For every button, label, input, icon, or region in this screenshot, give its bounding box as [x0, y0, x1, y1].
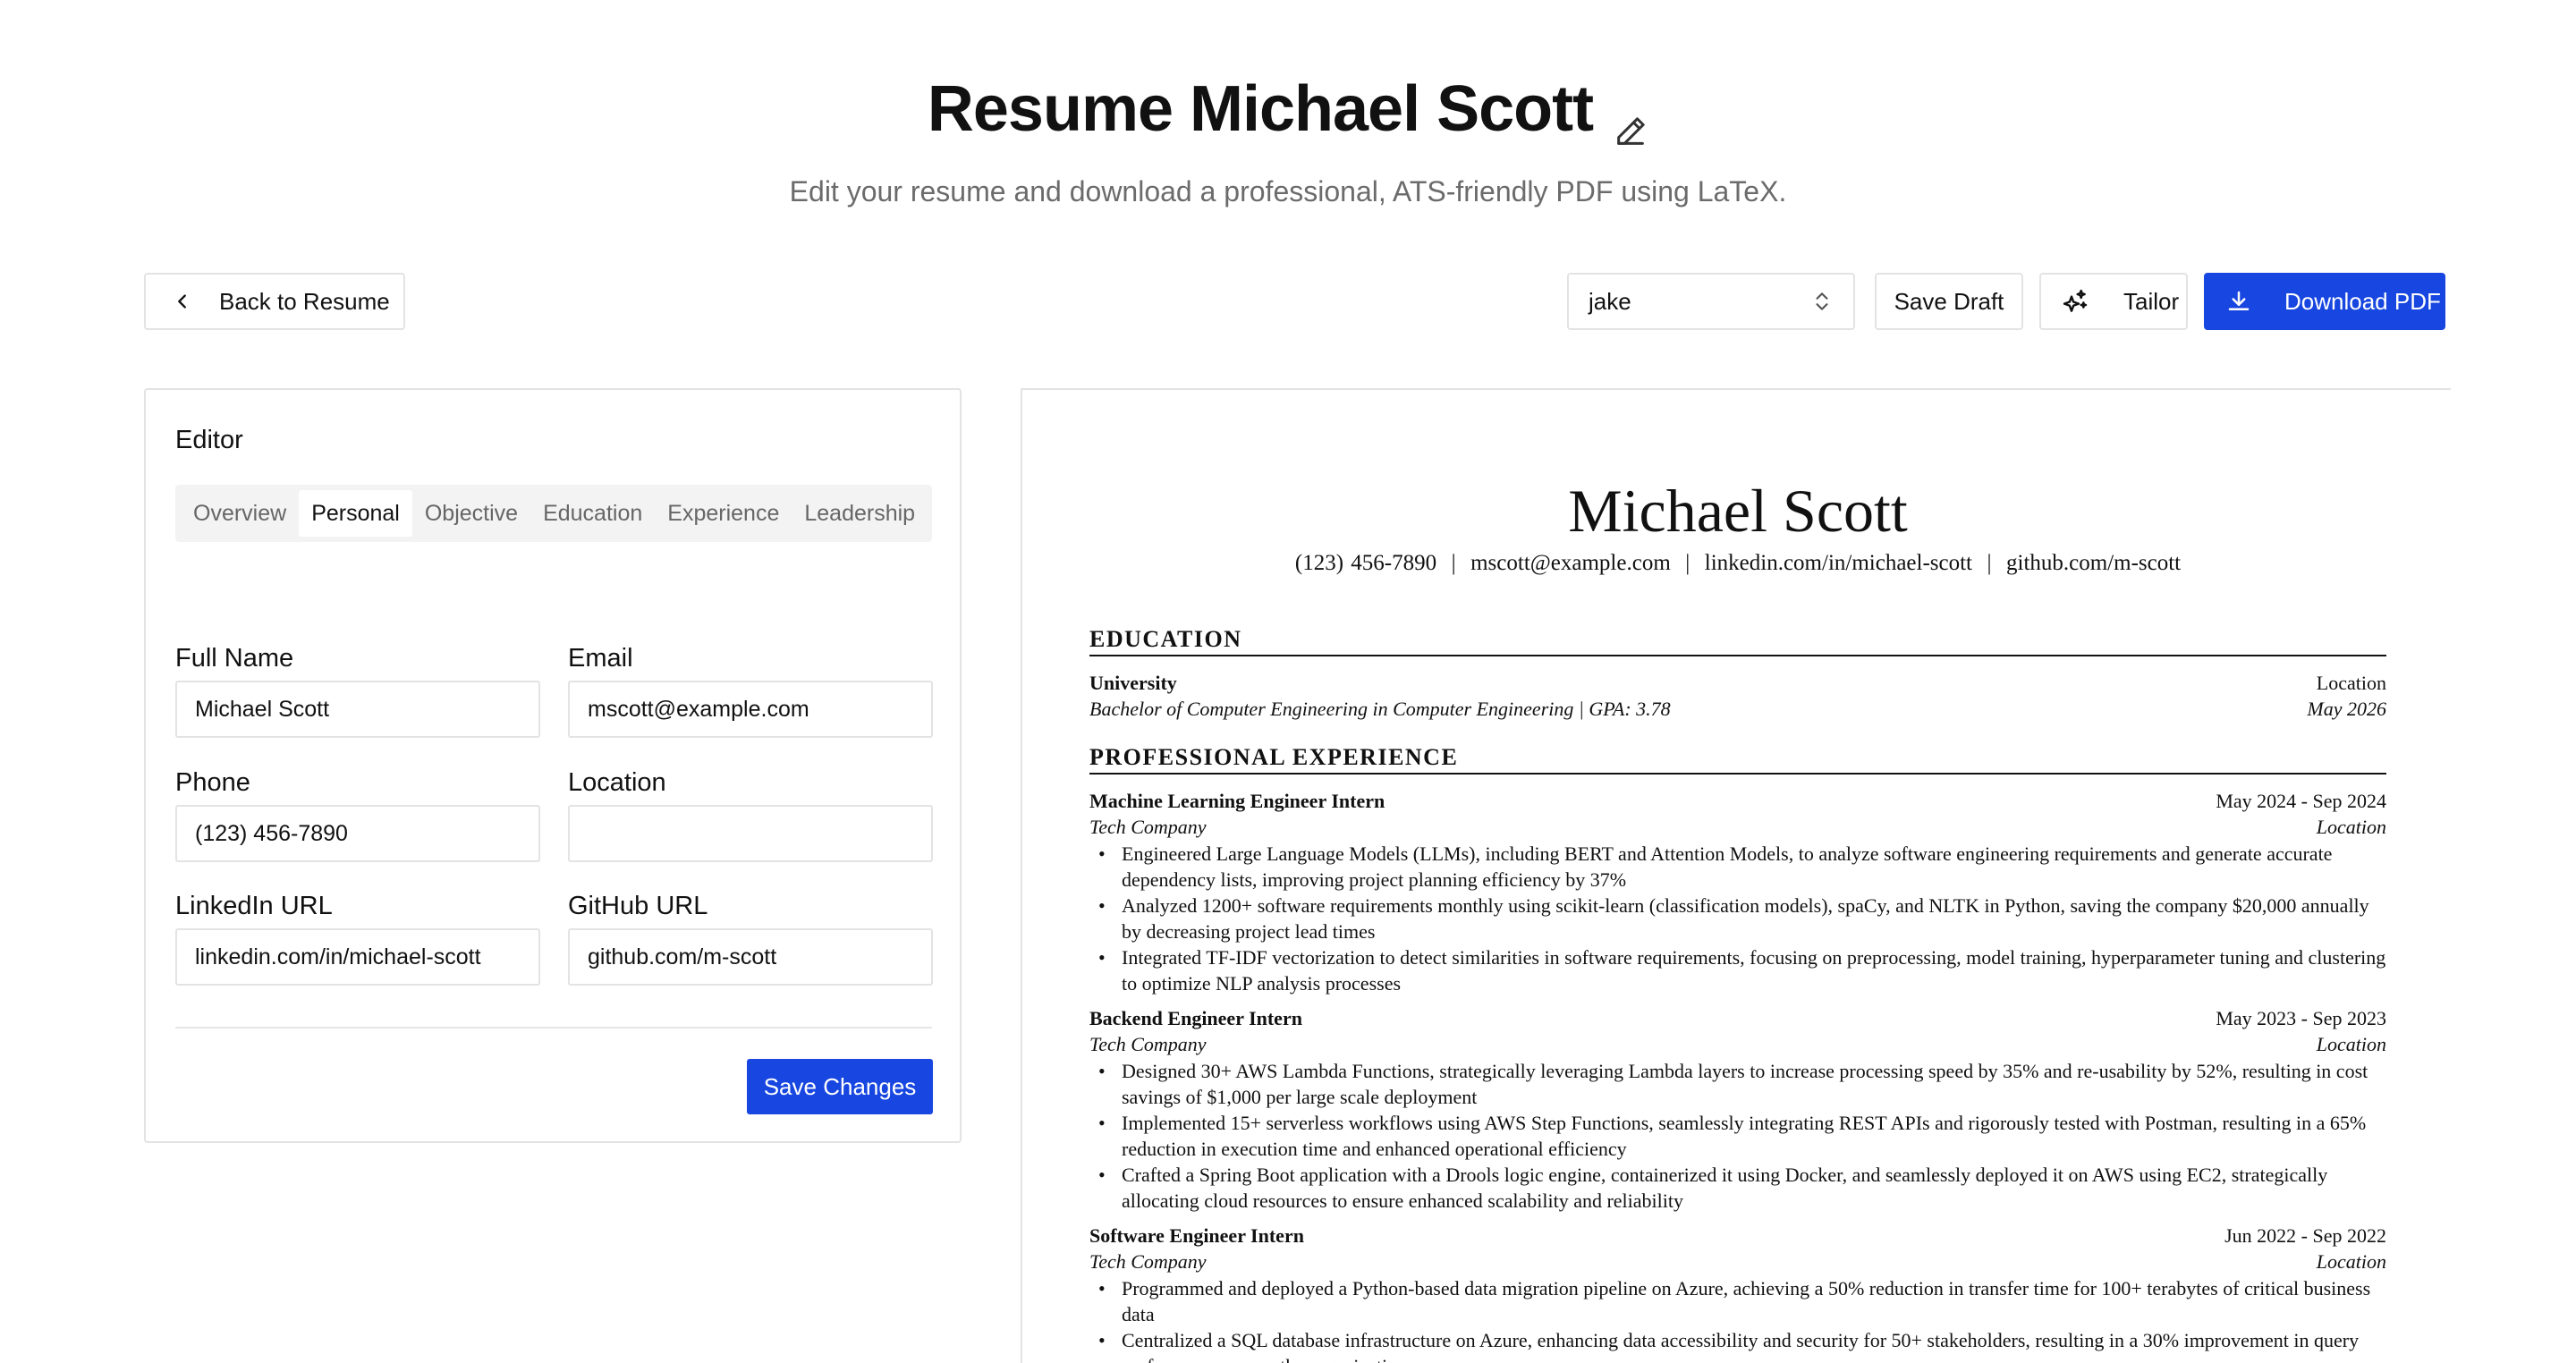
- experience-heading: PROFESSIONAL EXPERIENCE: [1089, 744, 2386, 775]
- page-title: Resume Michael Scott: [0, 68, 2576, 146]
- phone-label: Phone: [175, 768, 250, 797]
- job-company: Tech Company: [1089, 816, 1207, 838]
- github-label: GitHub URL: [568, 892, 708, 920]
- phone-input[interactable]: [175, 805, 540, 862]
- template-select[interactable]: jake: [1567, 273, 1855, 330]
- job-company-row: Tech Company Location: [1089, 816, 2386, 839]
- job-company-row: Tech Company Location: [1089, 1033, 2386, 1056]
- location-input[interactable]: [568, 805, 933, 862]
- tab-leadership[interactable]: Leadership: [792, 490, 928, 537]
- email-field: Email: [568, 644, 933, 738]
- tailor-label: Tailor: [2123, 287, 2180, 315]
- email-label: Email: [568, 644, 633, 673]
- editor-panel: Editor Overview Personal Objective Educa…: [144, 388, 962, 1143]
- resume-contact-line: (123) 456-7890 | mscott@example.com | li…: [1294, 551, 2182, 575]
- tab-overview[interactable]: Overview: [181, 490, 299, 537]
- tab-education[interactable]: Education: [530, 490, 655, 537]
- job-title-row: Software Engineer Intern Jun 2022 - Sep …: [1089, 1224, 2386, 1248]
- education-heading: EDUCATION: [1089, 626, 2386, 656]
- edit-title-button[interactable]: [1613, 91, 1648, 145]
- page-title-text: Resume Michael Scott: [927, 72, 1594, 145]
- tab-objective[interactable]: Objective: [412, 490, 530, 537]
- job-bullet: Designed 30+ AWS Lambda Functions, strat…: [1089, 1058, 2386, 1110]
- education-degree: Bachelor of Computer Engineering in Comp…: [1089, 698, 1671, 720]
- chevron-up-down-icon: [1816, 292, 1828, 310]
- job-dates: May 2024 - Sep 2024: [2216, 790, 2386, 812]
- pencil-icon: [1617, 117, 1645, 145]
- download-pdf-label: Download PDF: [2284, 287, 2441, 315]
- linkedin-input[interactable]: [175, 928, 540, 986]
- save-draft-label: Save Draft: [1894, 287, 2004, 315]
- education-school: University: [1089, 672, 1177, 694]
- editor-divider: [175, 1027, 932, 1029]
- full-name-label: Full Name: [175, 644, 294, 673]
- job-title: Backend Engineer Intern: [1089, 1007, 1302, 1029]
- tab-experience[interactable]: Experience: [655, 490, 792, 537]
- education-degree-row: Bachelor of Computer Engineering in Comp…: [1089, 698, 2386, 721]
- full-name-input[interactable]: [175, 681, 540, 738]
- job-bullet: Programmed and deployed a Python-based d…: [1089, 1275, 2386, 1327]
- job-bullet: Integrated TF-IDF vectorization to detec…: [1089, 944, 2386, 996]
- github-field: GitHub URL: [568, 892, 933, 986]
- job-company-row: Tech Company Location: [1089, 1250, 2386, 1274]
- job-bullet: Crafted a Spring Boot application with a…: [1089, 1162, 2386, 1214]
- job-title: Machine Learning Engineer Intern: [1089, 790, 1385, 812]
- job-bullets: Programmed and deployed a Python-based d…: [1089, 1275, 2386, 1363]
- tailor-button[interactable]: Tailor: [2039, 273, 2188, 330]
- job-title: Software Engineer Intern: [1089, 1224, 1304, 1247]
- job-title-row: Backend Engineer Intern May 2023 - Sep 2…: [1089, 1007, 2386, 1030]
- download-icon: [2228, 291, 2250, 310]
- resume-preview: Michael Scott (123) 456-7890 | mscott@ex…: [1021, 388, 2451, 1363]
- job-dates: May 2023 - Sep 2023: [2216, 1007, 2386, 1029]
- editor-tabs: Overview Personal Objective Education Ex…: [175, 485, 932, 542]
- job-bullets: Engineered Large Language Models (LLMs),…: [1089, 841, 2386, 996]
- location-field: Location: [568, 768, 933, 862]
- save-draft-button[interactable]: Save Draft: [1875, 273, 2023, 330]
- full-name-field: Full Name: [175, 644, 540, 738]
- phone-field: Phone: [175, 768, 540, 862]
- location-label: Location: [568, 768, 666, 797]
- github-input[interactable]: [568, 928, 933, 986]
- template-select-value: jake: [1589, 287, 1631, 315]
- email-input[interactable]: [568, 681, 933, 738]
- job-company: Tech Company: [1089, 1033, 1207, 1055]
- job-company: Tech Company: [1089, 1250, 1207, 1273]
- linkedin-label: LinkedIn URL: [175, 892, 333, 920]
- job-dates: Jun 2022 - Sep 2022: [2224, 1224, 2386, 1247]
- editor-title: Editor: [175, 426, 243, 454]
- job-bullet: Centralized a SQL database infrastructur…: [1089, 1327, 2386, 1363]
- back-to-resume-label: Back to Resume: [219, 287, 390, 315]
- job-bullets: Designed 30+ AWS Lambda Functions, strat…: [1089, 1058, 2386, 1214]
- job-bullet: Analyzed 1200+ software requirements mon…: [1089, 893, 2386, 944]
- education-school-row: University Location: [1089, 672, 2386, 695]
- linkedin-field: LinkedIn URL: [175, 892, 540, 986]
- job-location: Location: [2316, 1250, 2386, 1273]
- back-to-resume-button[interactable]: Back to Resume: [144, 273, 405, 330]
- page-subtitle: Edit your resume and download a professi…: [789, 175, 1787, 207]
- job-bullet: Engineered Large Language Models (LLMs),…: [1089, 841, 2386, 893]
- download-pdf-button[interactable]: Download PDF: [2204, 273, 2445, 330]
- job-location: Location: [2316, 816, 2386, 838]
- sparkles-icon: [2063, 289, 2088, 312]
- job-title-row: Machine Learning Engineer Intern May 202…: [1089, 790, 2386, 813]
- education-location: Location: [2316, 672, 2386, 694]
- chevron-left-icon: [178, 294, 186, 309]
- job-bullet: Implemented 15+ serverless workflows usi…: [1089, 1110, 2386, 1162]
- job-location: Location: [2316, 1033, 2386, 1055]
- education-date: May 2026: [2307, 698, 2386, 720]
- save-changes-button[interactable]: Save Changes: [747, 1059, 933, 1114]
- tab-personal[interactable]: Personal: [299, 490, 412, 537]
- resume-name: Michael Scott: [1568, 477, 1908, 545]
